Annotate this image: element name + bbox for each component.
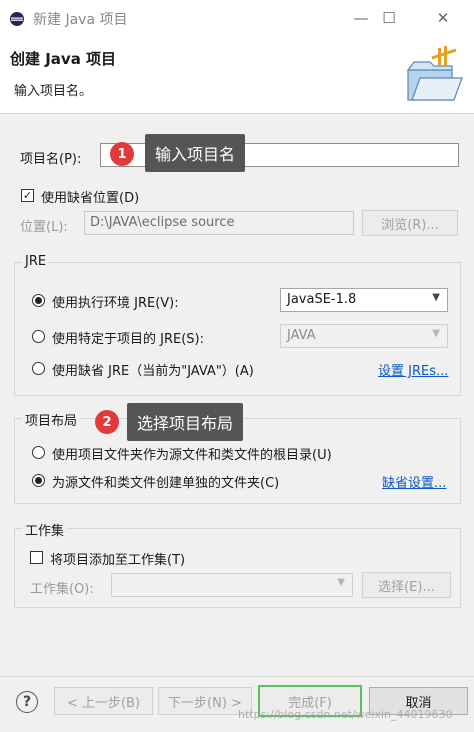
help-icon[interactable]: ? <box>16 691 38 713</box>
layout-project-root-radio[interactable] <box>32 446 45 459</box>
wizard-footer: ? < 上一步(B) 下一步(N) > 完成(F) 取消 <box>0 676 474 732</box>
working-sets-group-title: 工作集 <box>22 520 68 539</box>
jre-default-radio[interactable] <box>32 362 45 375</box>
callout-2: 选择项目布局 <box>127 403 244 441</box>
jre-execution-env-label: 使用执行环境 JRE(V): <box>52 296 179 311</box>
add-to-working-set-label: 将项目添加至工作集(T) <box>50 553 186 568</box>
location-input[interactable]: D:\JAVA\eclipse source <box>84 211 354 235</box>
use-default-location-checkbox[interactable]: ✓ <box>21 189 34 202</box>
project-jre-select[interactable]: JAVA ▼ <box>280 324 448 348</box>
project-jre-value: JAVA <box>287 328 316 343</box>
jre-default-label: 使用缺省 JRE（当前为"JAVA"）(A) <box>52 364 254 379</box>
close-icon: ✕ <box>436 9 450 27</box>
callout-1: 输入项目名 <box>145 134 246 172</box>
page-title: 创建 Java 项目 <box>10 50 117 68</box>
select-working-sets-button[interactable]: 选择(E)... <box>362 572 451 598</box>
location-label: 位置(L): <box>20 220 68 235</box>
browse-button[interactable]: 浏览(R)... <box>362 210 458 236</box>
callout-number-2: 2 <box>95 410 119 434</box>
execution-env-value: JavaSE-1.8 <box>287 292 357 307</box>
working-sets-label: 工作集(O): <box>30 582 94 597</box>
chevron-down-icon: ▼ <box>432 292 440 303</box>
working-sets-select[interactable]: ▼ <box>111 573 353 597</box>
chevron-down-icon: ▼ <box>432 328 440 339</box>
use-default-location-label: 使用缺省位置(D) <box>41 191 140 206</box>
execution-env-select[interactable]: JavaSE-1.8 ▼ <box>280 288 448 312</box>
callout-2-text: 选择项目布局 <box>137 414 234 433</box>
layout-separate-folders-radio[interactable] <box>32 474 45 487</box>
layout-default-settings-link[interactable]: 缺省设置... <box>382 472 446 491</box>
callout-1-text: 输入项目名 <box>155 145 236 164</box>
jre-project-specific-label: 使用特定于项目的 JRE(S): <box>52 332 204 347</box>
configure-jres-link[interactable]: 设置 JREs... <box>378 360 448 379</box>
watermark: https://blog.csdn.net/weixin_44019630 <box>238 708 453 721</box>
project-layout-group-title: 项目布局 <box>22 410 81 429</box>
callout-number-1: 1 <box>110 142 134 166</box>
new-project-folder-icon <box>406 46 463 101</box>
maximize-icon: ☐ <box>382 9 396 27</box>
layout-project-root-label: 使用项目文件夹作为源文件和类文件的根目录(U) <box>52 448 332 463</box>
maximize-button[interactable]: ☐ <box>366 0 412 36</box>
project-name-label: 项目名(P): <box>20 152 82 167</box>
wizard-header: 创建 Java 项目 输入项目名。 <box>0 36 474 114</box>
close-button[interactable]: ✕ <box>420 0 466 36</box>
chevron-down-icon: ▼ <box>337 577 345 588</box>
back-button[interactable]: < 上一步(B) <box>54 687 153 715</box>
title-bar: 新建 Java 项目 — ☐ ✕ <box>0 0 474 36</box>
jre-project-specific-radio[interactable] <box>32 330 45 343</box>
layout-separate-folders-label: 为源文件和类文件创建单独的文件夹(C) <box>52 476 280 491</box>
eclipse-icon <box>10 12 24 26</box>
add-to-working-set-checkbox[interactable] <box>30 551 43 564</box>
window-title: 新建 Java 项目 <box>33 12 128 28</box>
jre-group-title: JRE <box>22 254 50 269</box>
jre-execution-env-radio[interactable] <box>32 294 45 307</box>
page-message: 输入项目名。 <box>14 84 93 99</box>
